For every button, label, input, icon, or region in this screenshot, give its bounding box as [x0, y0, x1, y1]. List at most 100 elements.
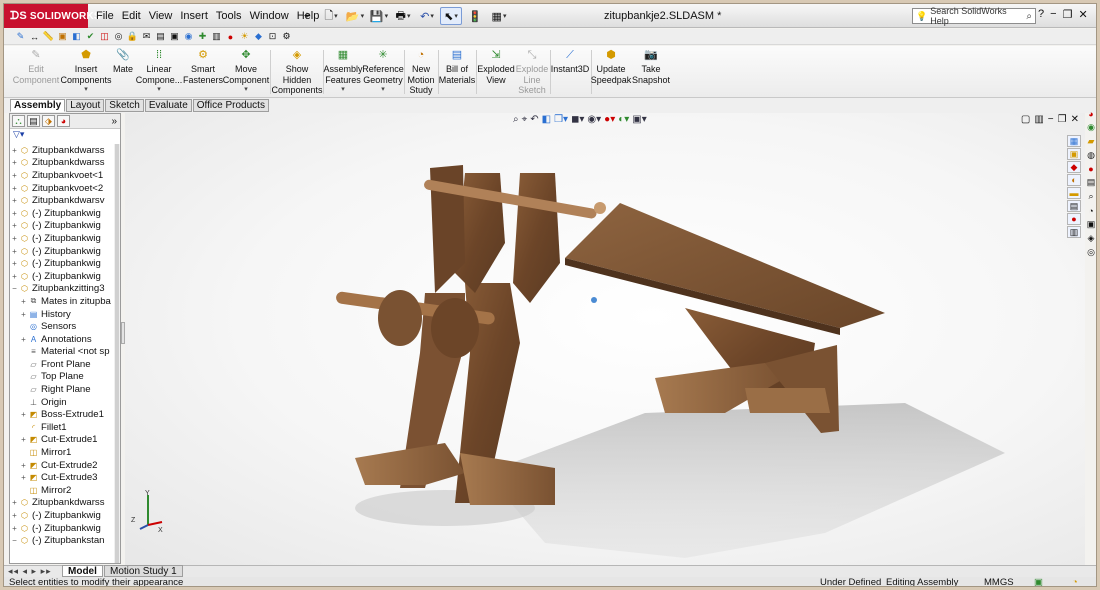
- menu-edit[interactable]: Edit: [118, 4, 145, 28]
- expand-icon[interactable]: +: [19, 297, 28, 306]
- reference-icon[interactable]: ⊡: [266, 31, 279, 43]
- mass-props-icon[interactable]: ▣: [56, 31, 69, 43]
- move-component-button[interactable]: ✥ Move Component ▾: [222, 48, 270, 96]
- expand-icon[interactable]: +: [10, 272, 19, 281]
- toolbox-icon[interactable]: ✚: [196, 31, 209, 43]
- edit-appearance-icon[interactable]: ●: [224, 31, 237, 43]
- solidworks-logo[interactable]: ᗪS SOLIDWORKS: [4, 4, 101, 28]
- appearance-icon[interactable]: ●: [1067, 213, 1081, 225]
- expand-icon[interactable]: +: [10, 247, 19, 256]
- tree-item[interactable]: + ⬡ Zitupbankdwarss: [10, 144, 116, 157]
- menu-view[interactable]: View: [145, 4, 177, 28]
- tree-item[interactable]: + ⬡ (-) Zitupbankwig: [10, 257, 116, 270]
- print-icon[interactable]: 🖶 ▾: [392, 7, 414, 25]
- custom-props-icon[interactable]: ▥: [1067, 226, 1081, 238]
- show-hidden-components-button[interactable]: ◈ Show Hidden Components: [271, 48, 322, 96]
- document-recovery-icon[interactable]: ▣: [1085, 219, 1096, 231]
- expand-icon[interactable]: +: [10, 524, 19, 533]
- tab-model[interactable]: Model: [62, 565, 103, 577]
- expand-icon[interactable]: +: [19, 310, 28, 319]
- chevron-down-icon[interactable]: ▾: [341, 85, 345, 96]
- tree-item[interactable]: ▱ Front Plane: [10, 358, 116, 371]
- mate-button[interactable]: 📎 Mate: [110, 48, 136, 75]
- file-explorer-icon[interactable]: ▰: [1085, 136, 1096, 148]
- lights-icon[interactable]: ☀: [238, 31, 251, 43]
- tree-item[interactable]: ◫ Mirror2: [10, 484, 116, 497]
- sketch-icon[interactable]: ✎: [14, 31, 27, 43]
- selection-filter-icon[interactable]: ▣: [1067, 148, 1081, 160]
- tree-item[interactable]: − ⬡ Zitupbankzitting3: [10, 283, 116, 296]
- quick-tips-icon[interactable]: ◔: [1072, 577, 1078, 586]
- exploded-view-button[interactable]: ⇲ Exploded View: [477, 48, 515, 85]
- expand-icon[interactable]: +: [10, 171, 19, 180]
- section-icon[interactable]: ◧: [70, 31, 83, 43]
- tree-item[interactable]: + ⬡ (-) Zitupbankwig: [10, 270, 116, 283]
- assembly-features-button[interactable]: ▦ Assembly Features ▾: [324, 48, 363, 96]
- folder-icon[interactable]: ▬: [1067, 187, 1081, 199]
- view-palette-icon[interactable]: ◍: [1085, 149, 1096, 161]
- tab-evaluate[interactable]: Evaluate: [144, 99, 192, 112]
- grid-icon[interactable]: ▤: [1067, 200, 1081, 212]
- undo-icon[interactable]: ↶ ▾: [416, 7, 438, 25]
- reference-geometry-button[interactable]: ✳ Reference Geometry ▾: [362, 48, 404, 96]
- minimize-icon[interactable]: −: [1050, 8, 1056, 21]
- appearances-icon[interactable]: ●: [1085, 163, 1096, 175]
- hole-icon[interactable]: ◎: [112, 31, 125, 43]
- bench-3d-model[interactable]: [125, 113, 1085, 565]
- tab-layout[interactable]: Layout: [66, 99, 105, 112]
- tree-item[interactable]: + ⬡ Zitupbankdwarss: [10, 157, 116, 170]
- file-properties-icon[interactable]: ▦ ▾: [488, 7, 510, 25]
- tree-item[interactable]: + ◩ Boss-Extrude1: [10, 408, 116, 421]
- tree-item[interactable]: ≡ Material <not sp: [10, 346, 116, 359]
- tree-item[interactable]: ◜ Fillet1: [10, 421, 116, 434]
- collapse-panel-icon[interactable]: »: [111, 116, 117, 127]
- new-motion-study-button[interactable]: ◔ New Motion Study: [405, 48, 437, 96]
- display-icon[interactable]: ▣: [168, 31, 181, 43]
- tree-item[interactable]: + ▤ History: [10, 308, 116, 321]
- design-library-icon[interactable]: ◉: [1085, 122, 1096, 134]
- expand-icon[interactable]: +: [10, 498, 19, 507]
- explode-line-sketch-button[interactable]: ⤡ Explode Line Sketch: [515, 48, 549, 96]
- heads-up-icon[interactable]: ▦: [1067, 135, 1081, 147]
- tree-item[interactable]: + A Annotations: [10, 333, 116, 346]
- expand-icon[interactable]: +: [10, 209, 19, 218]
- tree-item[interactable]: ◫ Mirror1: [10, 446, 116, 459]
- tree-item[interactable]: ▱ Right Plane: [10, 383, 116, 396]
- collapse-icon[interactable]: −: [10, 284, 19, 293]
- tree-item[interactable]: + ⬡ (-) Zitupbankwig: [10, 509, 116, 522]
- insert-components-button[interactable]: ⬟ Insert Components ▾: [60, 48, 112, 96]
- configuration-manager-tab-icon[interactable]: ⬗: [42, 115, 55, 127]
- expand-icon[interactable]: +: [19, 335, 28, 344]
- selected-component-marker[interactable]: [591, 297, 597, 303]
- online-icon[interactable]: ◎: [1085, 246, 1096, 258]
- tree-item[interactable]: + ⬡ (-) Zitupbankwig: [10, 522, 116, 535]
- expand-icon[interactable]: +: [10, 146, 19, 155]
- component-icon[interactable]: ◆: [1067, 161, 1081, 173]
- options-icon[interactable]: ⚙: [280, 31, 293, 43]
- expand-icon[interactable]: +: [19, 473, 28, 482]
- collapse-icon[interactable]: −: [10, 536, 19, 545]
- mail-icon[interactable]: ✉: [140, 31, 153, 43]
- tree-item[interactable]: + ⬡ Zitupbankdwarsv: [10, 194, 116, 207]
- tree-item[interactable]: + ⧉ Mates in zitupba: [10, 295, 116, 308]
- rebuild-status-icon[interactable]: ▣: [1034, 577, 1043, 586]
- tab-navigation-arrows[interactable]: ◂◂ ◂ ▸ ▸▸: [8, 566, 52, 577]
- edit-component-button[interactable]: ✎ Edit Component: [12, 48, 60, 85]
- chevron-down-icon[interactable]: ▾: [244, 85, 248, 96]
- menu-window[interactable]: Window: [246, 4, 293, 28]
- expand-icon[interactable]: +: [10, 158, 19, 167]
- expand-icon[interactable]: +: [10, 511, 19, 520]
- filter-icon[interactable]: ▽▾: [10, 129, 120, 141]
- motion-icon[interactable]: ◐: [1067, 174, 1081, 186]
- expand-icon[interactable]: +: [10, 196, 19, 205]
- tab-motion-study[interactable]: Motion Study 1: [104, 565, 183, 577]
- measure-icon[interactable]: 📏: [42, 31, 55, 43]
- tree-item[interactable]: + ⬡ Zitupbankdwarss: [10, 497, 116, 510]
- appearance-settings-icon[interactable]: ◈: [1085, 232, 1096, 244]
- tab-sketch[interactable]: Sketch: [105, 99, 144, 112]
- custom-properties-icon[interactable]: ▤: [1085, 177, 1096, 189]
- open-folder-icon[interactable]: 📂 ▾: [344, 7, 366, 25]
- expand-icon[interactable]: +: [10, 234, 19, 243]
- tree-item[interactable]: − ⬡ (-) Zitupbankstan: [10, 534, 116, 547]
- tree-item[interactable]: ◎ Sensors: [10, 320, 116, 333]
